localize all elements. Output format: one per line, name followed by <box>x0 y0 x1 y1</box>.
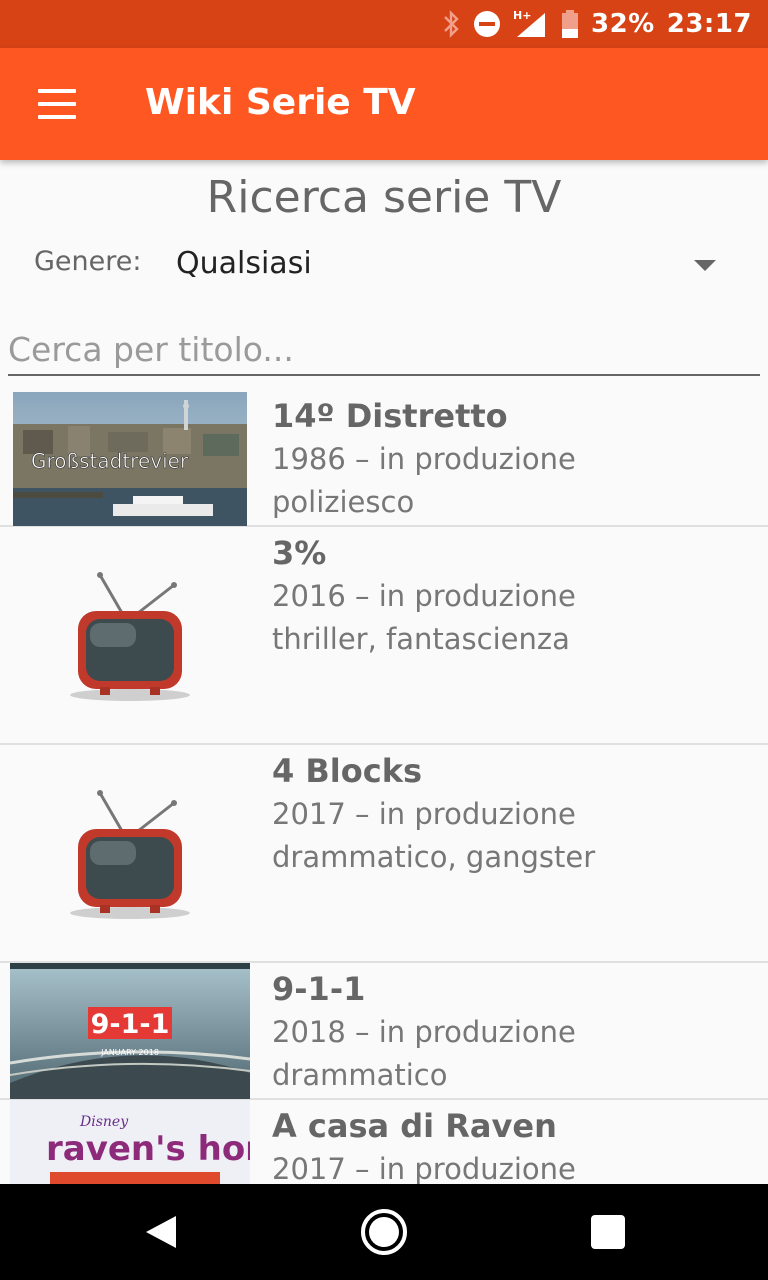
series-title: 3% <box>272 534 327 572</box>
ravens-home-poster-thumbnail: Disney raven's home <box>10 1100 250 1184</box>
battery-icon <box>561 9 579 39</box>
genre-dropdown[interactable]: Qualsiasi <box>160 232 740 296</box>
series-years: 2017 – in produzione <box>272 1152 576 1184</box>
bluetooth-icon <box>441 9 461 39</box>
series-years: 2016 – in produzione <box>272 579 576 613</box>
series-info: 4 Blocks 2017 – in produzione drammatico… <box>272 749 595 879</box>
genre-selected-value: Qualsiasi <box>176 246 312 281</box>
city-harbor-thumbnail: Großstadtrevier <box>13 392 247 526</box>
tv-placeholder-icon <box>60 787 200 927</box>
thumbnail-caption: raven's home <box>46 1129 250 1169</box>
series-title: A casa di Raven <box>272 1107 557 1145</box>
series-years: 1986 – in produzione <box>272 442 576 476</box>
app-bar: Wiki Serie TV <box>0 48 768 160</box>
back-icon[interactable] <box>132 1204 188 1260</box>
series-info: 3% 2016 – in produzione thriller, fantas… <box>272 531 576 661</box>
series-genres: drammatico, gangster <box>272 840 596 874</box>
thumbnail-caption: Großstadtrevier <box>31 449 189 473</box>
search-input[interactable] <box>8 324 760 376</box>
series-info: 14º Distretto 1986 – in produzione poliz… <box>272 394 576 524</box>
series-genres: thriller, fantascienza <box>272 622 570 656</box>
highway-poster-thumbnail: 9-1-1 JANUARY 2018 <box>10 963 250 1099</box>
thumbnail-brand: Disney <box>79 1114 129 1130</box>
series-years: 2017 – in produzione <box>272 797 576 831</box>
network-type-label: H+ <box>513 9 531 22</box>
recents-icon[interactable] <box>580 1204 636 1260</box>
list-item[interactable]: 9-1-1 JANUARY 2018 9-1-1 2018 – in produ… <box>0 963 768 1100</box>
battery-percent: 32% <box>591 9 655 39</box>
signal-icon: H+ <box>513 9 549 39</box>
series-list: Großstadtrevier 14º Distretto 1986 – in … <box>0 390 768 1184</box>
home-icon[interactable] <box>356 1204 412 1260</box>
system-navigation-bar <box>0 1184 768 1280</box>
series-title: 14º Distretto <box>272 397 508 435</box>
series-genres: drammatico <box>272 1058 448 1092</box>
thumbnail-caption: 9-1-1 <box>91 1009 170 1040</box>
main-content: Ricerca serie TV Genere: Qualsiasi Cerca… <box>0 160 768 1184</box>
page-title: Ricerca serie TV <box>206 172 562 223</box>
series-info: 9-1-1 2018 – in produzione drammatico <box>272 967 576 1097</box>
dropdown-arrow-icon <box>694 260 716 271</box>
list-item[interactable]: 4 Blocks 2017 – in produzione drammatico… <box>0 745 768 963</box>
list-item[interactable]: 3% 2016 – in produzione thriller, fantas… <box>0 527 768 745</box>
status-bar: H+ 32% 23:17 <box>0 0 768 48</box>
series-info: A casa di Raven 2017 – in produzione <box>272 1104 576 1184</box>
series-title: 9-1-1 <box>272 970 366 1008</box>
genre-label: Genere: <box>34 246 142 277</box>
list-item[interactable]: Disney raven's home A casa di Raven 2017… <box>0 1100 768 1184</box>
series-genres: poliziesco <box>272 485 415 519</box>
tv-placeholder-icon <box>60 569 200 709</box>
list-item[interactable]: Großstadtrevier 14º Distretto 1986 – in … <box>0 390 768 527</box>
clock: 23:17 <box>666 9 752 39</box>
series-years: 2018 – in produzione <box>272 1015 576 1049</box>
app-title: Wiki Serie TV <box>145 82 416 123</box>
thumbnail-subcaption: JANUARY 2018 <box>100 1048 159 1057</box>
menu-icon[interactable] <box>24 76 88 132</box>
do-not-disturb-icon <box>473 10 501 38</box>
series-title: 4 Blocks <box>272 752 423 790</box>
